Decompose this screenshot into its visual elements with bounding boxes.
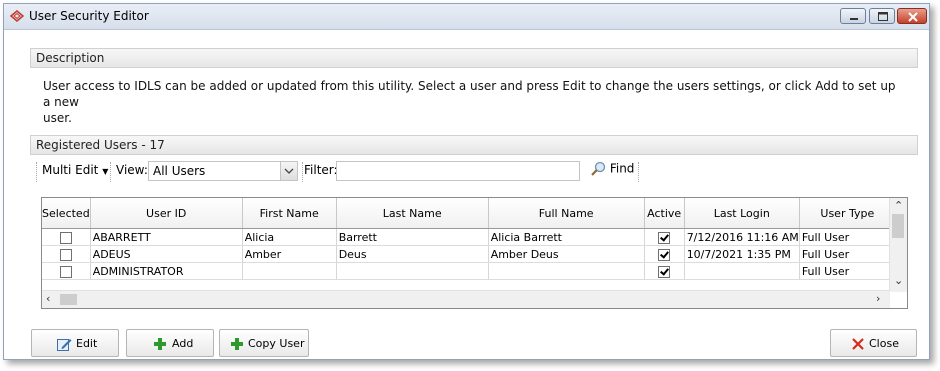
maximize-icon <box>878 12 888 21</box>
plus-icon <box>154 338 166 350</box>
chevron-down-icon <box>284 168 294 174</box>
active-cell <box>644 245 685 263</box>
description-line-2: user. <box>43 111 72 125</box>
window-title: User Security Editor <box>29 9 149 23</box>
add-label: Add <box>172 337 194 350</box>
toolbar-separator <box>110 162 112 182</box>
horizontal-scroll-thumb[interactable] <box>60 294 77 305</box>
find-button[interactable]: Find <box>590 161 634 181</box>
column-header-selected[interactable]: Selected <box>42 198 91 229</box>
window-close-button[interactable] <box>897 8 927 24</box>
scroll-right-icon[interactable]: › <box>876 292 880 305</box>
view-label: View: <box>116 163 148 177</box>
scroll-up-icon[interactable]: ⌃ <box>894 199 903 212</box>
table-header-row: Selected User ID First Name Last Name Fu… <box>42 198 896 229</box>
maximize-button[interactable] <box>869 8 895 24</box>
multi-edit-label: Multi Edit <box>42 163 99 177</box>
minimize-button[interactable] <box>840 8 866 24</box>
last-name-cell: Barrett <box>336 228 489 246</box>
dropdown-arrow-icon: ▼ <box>102 167 109 176</box>
toolbar-grip <box>36 162 38 182</box>
active-cell <box>644 262 685 280</box>
view-select-dropdown-button[interactable] <box>280 162 297 180</box>
vertical-scrollbar[interactable]: ⌃ ⌄ <box>889 198 907 292</box>
active-checkbox[interactable] <box>658 248 671 261</box>
selected-cell[interactable] <box>42 262 91 280</box>
multi-edit-dropdown[interactable]: Multi Edit ▼ <box>42 163 108 177</box>
column-header-user-id[interactable]: User ID <box>90 198 243 229</box>
view-select-value: All Users <box>153 164 206 178</box>
user-type-cell: Full User <box>799 262 896 280</box>
active-checkbox[interactable] <box>658 265 671 278</box>
selected-checkbox[interactable] <box>59 231 72 244</box>
description-header: Description <box>30 48 918 68</box>
users-table: Selected User ID First Name Last Name Fu… <box>42 198 896 280</box>
active-cell <box>644 228 685 246</box>
users-toolbar: Multi Edit ▼ View: All Users Filter: Fin… <box>36 160 916 184</box>
scroll-down-icon[interactable]: ⌄ <box>894 274 903 287</box>
full-name-cell: Amber Deus <box>488 245 645 263</box>
view-select[interactable]: All Users <box>148 161 298 181</box>
full-name-cell <box>488 262 645 280</box>
table-row[interactable]: ADMINISTRATOR Full User <box>42 262 896 280</box>
column-header-last-name[interactable]: Last Name <box>336 198 489 229</box>
description-line-1: User access to IDLS can be added or upda… <box>43 79 896 109</box>
selected-checkbox[interactable] <box>59 248 72 261</box>
horizontal-scrollbar[interactable]: ‹ › <box>42 290 890 308</box>
selected-cell[interactable] <box>42 245 91 263</box>
description-header-label: Description <box>36 51 105 65</box>
title-bar: User Security Editor <box>4 4 929 30</box>
column-header-user-type[interactable]: User Type <box>799 198 896 229</box>
column-header-active[interactable]: Active <box>644 198 685 229</box>
add-button[interactable]: Add <box>126 329 214 357</box>
selected-cell[interactable] <box>42 228 91 246</box>
app-logo-icon <box>10 10 24 22</box>
user-security-editor-window: User Security Editor Description User ac… <box>3 3 930 360</box>
filter-input[interactable] <box>336 161 580 181</box>
description-text: User access to IDLS can be added or upda… <box>43 78 903 126</box>
find-label: Find <box>609 161 635 176</box>
vertical-scroll-thumb[interactable] <box>892 214 904 238</box>
toolbar-separator <box>638 162 640 182</box>
first-name-cell: Amber <box>242 245 337 263</box>
registered-users-header: Registered Users - 17 <box>30 135 918 155</box>
close-icon <box>908 12 918 22</box>
last-login-cell <box>684 262 800 280</box>
column-header-first-name[interactable]: First Name <box>242 198 337 229</box>
close-button[interactable]: Close <box>830 329 917 357</box>
active-checkbox[interactable] <box>658 231 671 244</box>
column-header-last-login[interactable]: Last Login <box>684 198 800 229</box>
minimize-icon <box>850 18 858 20</box>
edit-button[interactable]: Edit <box>31 329 119 357</box>
last-login-cell: 10/7/2021 1:35 PM <box>684 245 800 263</box>
last-name-cell <box>336 262 489 280</box>
user-id-cell: ADEUS <box>90 245 243 263</box>
full-name-cell: Alicia Barrett <box>488 228 645 246</box>
last-login-cell: 7/12/2016 11:16 AM <box>684 228 800 246</box>
first-name-cell <box>242 262 337 280</box>
registered-users-label: Registered Users - 17 <box>36 138 165 152</box>
user-type-cell: Full User <box>799 245 896 263</box>
filter-label: Filter: <box>304 163 338 177</box>
user-type-cell: Full User <box>799 228 896 246</box>
column-header-full-name[interactable]: Full Name <box>488 198 645 229</box>
search-icon <box>591 161 606 176</box>
user-id-cell: ADMINISTRATOR <box>90 262 243 280</box>
selected-checkbox[interactable] <box>59 265 72 278</box>
close-label: Close <box>869 337 899 350</box>
edit-label: Edit <box>76 337 98 350</box>
table-row[interactable]: ADEUS Amber Deus Amber Deus 10/7/2021 1:… <box>42 245 896 263</box>
last-name-cell: Deus <box>336 245 489 263</box>
scroll-left-icon[interactable]: ‹ <box>46 292 50 305</box>
close-x-icon <box>852 338 864 350</box>
plus-icon <box>231 338 243 350</box>
user-id-cell: ABARRETT <box>90 228 243 246</box>
first-name-cell: Alicia <box>242 228 337 246</box>
table-row[interactable]: ABARRETT Alicia Barrett Alicia Barrett 7… <box>42 228 896 246</box>
copy-user-label: Copy User <box>248 337 305 350</box>
users-grid: Selected User ID First Name Last Name Fu… <box>41 197 908 309</box>
edit-icon <box>57 339 72 351</box>
copy-user-button[interactable]: Copy User <box>219 329 309 357</box>
